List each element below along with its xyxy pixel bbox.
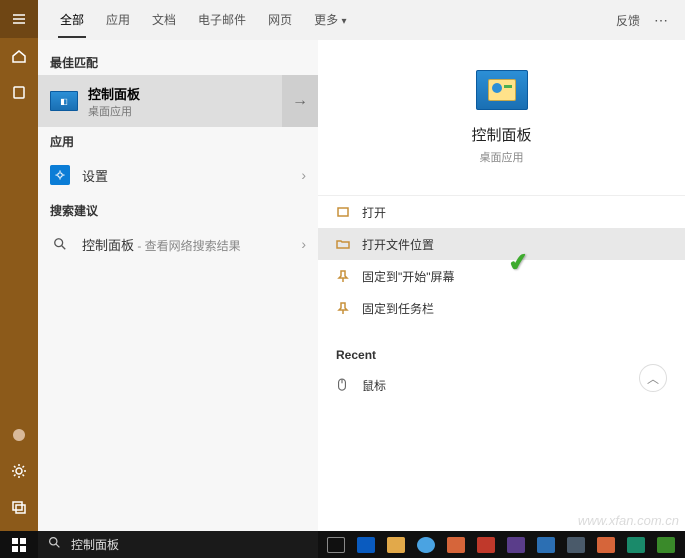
tab-all[interactable]: 全部	[50, 0, 94, 40]
control-panel-icon: ◧	[50, 91, 78, 111]
web-search-result[interactable]: 控制面板 - 查看网络搜索结果 ›	[38, 223, 318, 265]
taskbar-app-orange[interactable]	[443, 534, 469, 556]
settings-icon	[50, 165, 70, 185]
detail-app-icon	[476, 70, 528, 110]
detail-title: 控制面板	[471, 124, 531, 145]
home-button[interactable]	[0, 38, 38, 74]
tab-web[interactable]: 网页	[258, 0, 302, 40]
action-open[interactable]: 打开	[318, 196, 685, 228]
gear-icon	[11, 463, 27, 479]
settings-rail-button[interactable]	[0, 453, 38, 489]
taskbar-app-teal[interactable]	[623, 534, 649, 556]
pictures-button[interactable]	[0, 489, 38, 525]
overflow-button[interactable]: ⋯	[650, 12, 673, 29]
taskbar-tray	[323, 534, 685, 556]
taskbar-app-explorer[interactable]	[383, 534, 409, 556]
search-panel: 全部 应用 文档 电子邮件 网页 更多 ▾ 反馈 ⋯ 最佳匹配 ◧ 控制面板 桌…	[38, 0, 685, 531]
action-pin-taskbar[interactable]: 固定到任务栏	[318, 292, 685, 324]
recent-header: Recent	[318, 324, 685, 370]
best-match-result[interactable]: ◧ 控制面板 桌面应用 →	[38, 75, 318, 127]
chevron-right-icon: ›	[301, 236, 306, 252]
action-pin-start[interactable]: 固定到"开始"屏幕	[318, 260, 685, 292]
taskbar-app-edge[interactable]	[353, 534, 379, 556]
taskbar: 控制面板	[0, 531, 685, 558]
taskbar-app-sogou[interactable]	[413, 534, 439, 556]
account-button[interactable]	[0, 417, 38, 453]
settings-result[interactable]: 设置 ›	[38, 154, 318, 196]
taskbar-app-red[interactable]	[473, 534, 499, 556]
results-column: 最佳匹配 ◧ 控制面板 桌面应用 → 应用 设置 › 搜索建议	[38, 40, 318, 531]
taskbar-app-slate[interactable]	[563, 534, 589, 556]
feedback-link[interactable]: 反馈	[608, 12, 648, 29]
recent-item-mouse[interactable]: 鼠标	[318, 370, 685, 400]
settings-label: 设置	[82, 166, 108, 185]
pin-taskbar-icon	[336, 301, 350, 315]
suggestions-header: 搜索建议	[38, 196, 318, 223]
action-open-file-location[interactable]: 打开文件位置	[318, 228, 685, 260]
tab-apps[interactable]: 应用	[96, 0, 140, 40]
open-icon	[336, 205, 350, 219]
taskbar-search[interactable]: 控制面板	[38, 531, 318, 558]
account-icon	[11, 427, 27, 443]
menu-button[interactable]	[0, 0, 38, 38]
tab-documents[interactable]: 文档	[142, 0, 186, 40]
collapse-button[interactable]: ︿	[639, 364, 667, 392]
start-button[interactable]	[0, 531, 38, 558]
folder-button[interactable]	[0, 74, 38, 110]
detail-column: 控制面板 桌面应用 打开 打开文件位置 固定到"开始"屏幕	[318, 40, 685, 531]
search-icon	[48, 536, 61, 554]
pin-start-icon	[336, 269, 350, 283]
tab-more[interactable]: 更多 ▾	[304, 0, 356, 40]
mouse-icon	[336, 377, 350, 393]
taskbar-search-text: 控制面板	[71, 536, 119, 553]
folder-icon	[11, 84, 27, 100]
expand-arrow[interactable]: →	[282, 75, 318, 127]
home-icon	[11, 48, 27, 64]
pictures-icon	[11, 499, 27, 515]
best-match-header: 最佳匹配	[38, 48, 318, 75]
windows-icon	[12, 538, 26, 552]
taskbar-app-blue[interactable]	[533, 534, 559, 556]
detail-subtitle: 桌面应用	[480, 149, 524, 165]
filter-tabs: 全部 应用 文档 电子邮件 网页 更多 ▾ 反馈 ⋯	[38, 0, 685, 40]
left-rail	[0, 0, 38, 531]
taskbar-app-green[interactable]	[653, 534, 679, 556]
tab-email[interactable]: 电子邮件	[188, 0, 256, 40]
result-subtitle: 桌面应用	[88, 103, 140, 119]
web-search-label: 控制面板 - 查看网络搜索结果	[82, 235, 241, 254]
taskbar-app-orange2[interactable]	[593, 534, 619, 556]
chevron-down-icon: ▾	[341, 16, 346, 27]
apps-header: 应用	[38, 127, 318, 154]
result-title: 控制面板	[88, 84, 140, 103]
search-icon	[50, 234, 70, 254]
chevron-right-icon: ›	[301, 167, 306, 183]
actions-list: 打开 打开文件位置 固定到"开始"屏幕 固定到任务栏	[318, 195, 685, 324]
taskbar-app-purple[interactable]	[503, 534, 529, 556]
hamburger-icon	[11, 11, 27, 27]
task-view-button[interactable]	[323, 534, 349, 556]
folder-open-icon	[336, 237, 350, 251]
